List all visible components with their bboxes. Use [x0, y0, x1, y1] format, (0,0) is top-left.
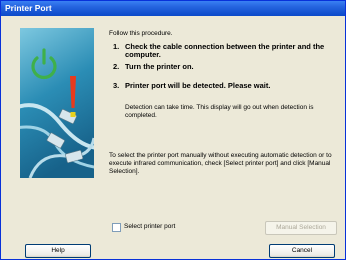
title-bar[interactable]: Printer Port — [1, 1, 345, 16]
printer-connection-illustration — [20, 28, 94, 178]
printer-port-dialog: Printer Port Follow this procedure. 1. C… — [0, 0, 346, 260]
intro-text: Follow this procedure. — [109, 30, 173, 37]
manual-selection-instructions: To select the printer port manually with… — [109, 152, 332, 175]
step-number: 3. — [113, 81, 120, 90]
window-title: Printer Port — [5, 3, 52, 13]
step-number: 1. — [113, 42, 120, 51]
select-printer-port-label[interactable]: Select printer port — [124, 223, 175, 230]
step-number: 2. — [113, 62, 120, 71]
step-text: Check the cable connection between the p… — [125, 42, 325, 59]
manual-selection-button[interactable]: Manual Selection — [265, 221, 337, 235]
step-text: Printer port will be detected. Please wa… — [125, 81, 271, 90]
cancel-button[interactable]: Cancel — [269, 244, 335, 258]
help-button[interactable]: Help — [25, 244, 91, 258]
select-printer-port-checkbox[interactable] — [112, 223, 121, 232]
step-text: Turn the printer on. — [125, 62, 194, 71]
detection-note: Detection can take time. This display wi… — [125, 104, 314, 119]
